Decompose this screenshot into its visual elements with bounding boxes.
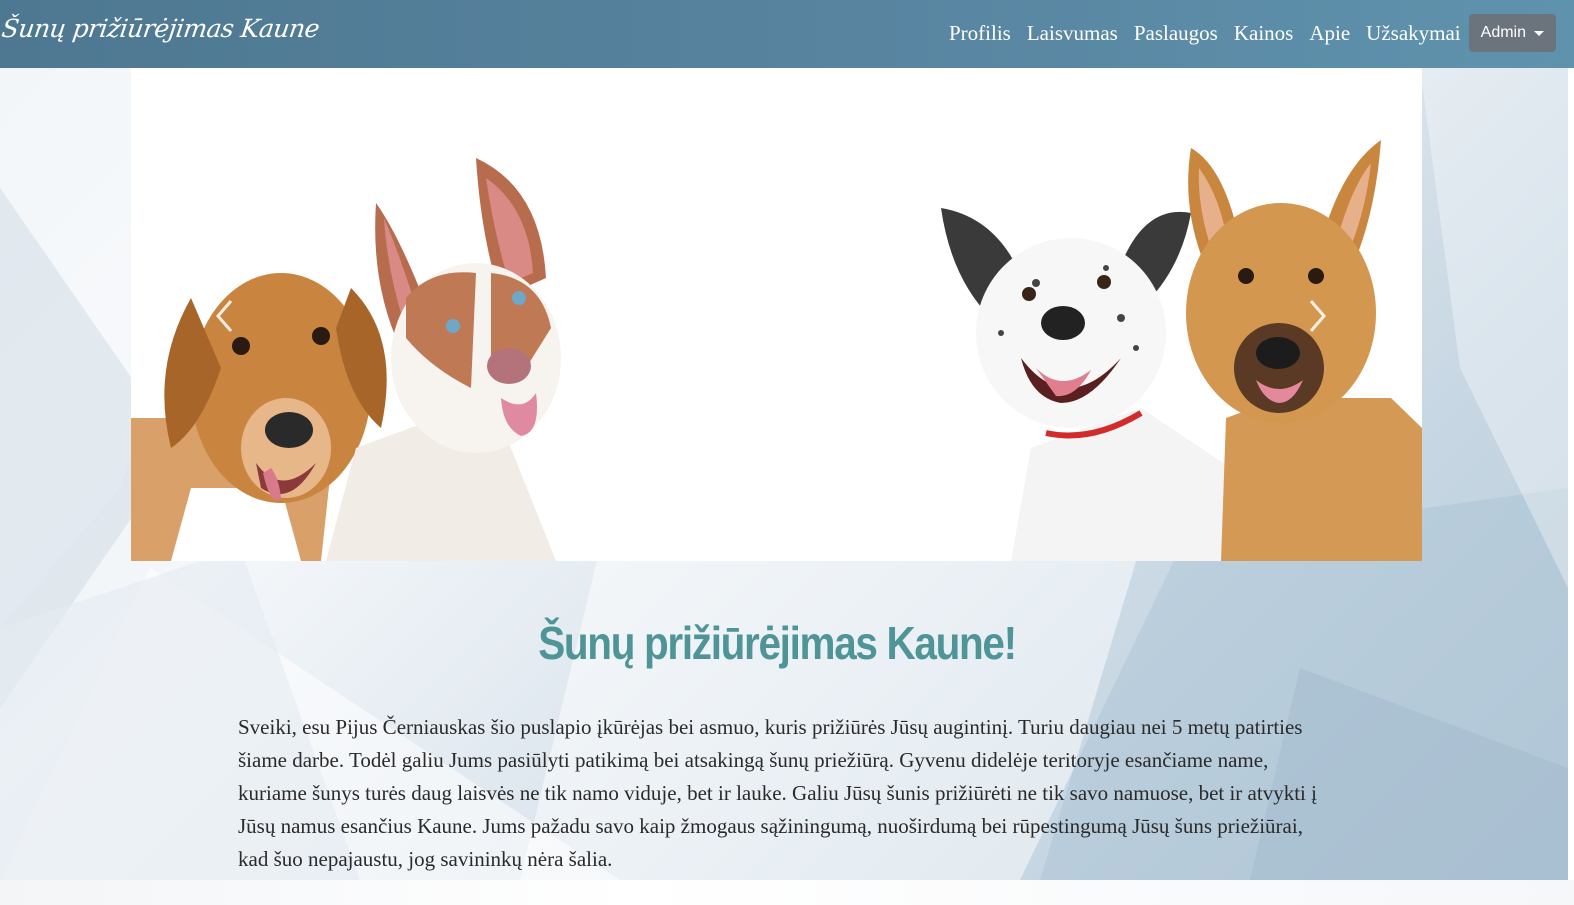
nav-links: Profilis Laisvumas Paslaugos Kainos Apie…: [949, 14, 1556, 52]
navbar: Šunų prižiūrėjimas Kaune Profilis Laisvu…: [0, 0, 1574, 68]
nav-link-kainos[interactable]: Kainos: [1234, 14, 1294, 52]
nav-link-paslaugos[interactable]: Paslaugos: [1134, 14, 1218, 52]
page-title: Šunų prižiūrėjimas Kaune!: [538, 617, 1017, 669]
dog-spotted-white: [941, 208, 1231, 561]
hero-carousel: [131, 68, 1422, 561]
carousel-prev-button[interactable]: [213, 298, 243, 338]
caret-down-icon: [1534, 30, 1544, 36]
chevron-left-icon: [216, 300, 233, 332]
brand-logo[interactable]: Šunų prižiūrėjimas Kaune: [0, 14, 321, 43]
admin-label: Admin: [1480, 24, 1526, 41]
dogs-image: [131, 140, 1422, 561]
admin-dropdown-button[interactable]: Admin: [1468, 14, 1556, 52]
nav-link-uzsakymai[interactable]: Užsakymai: [1366, 14, 1460, 52]
nav-link-profilis[interactable]: Profilis: [949, 14, 1011, 52]
intro-paragraph: Sveiki, esu Pijus Černiauskas šio puslap…: [238, 715, 1317, 871]
page-edge: [1568, 68, 1574, 880]
nav-link-apie[interactable]: Apie: [1309, 14, 1350, 52]
footer-strip: [0, 880, 1574, 905]
carousel-next-button[interactable]: [1307, 298, 1337, 338]
nav-link-laisvumas[interactable]: Laisvumas: [1027, 14, 1118, 52]
chevron-right-icon: [1309, 300, 1326, 332]
